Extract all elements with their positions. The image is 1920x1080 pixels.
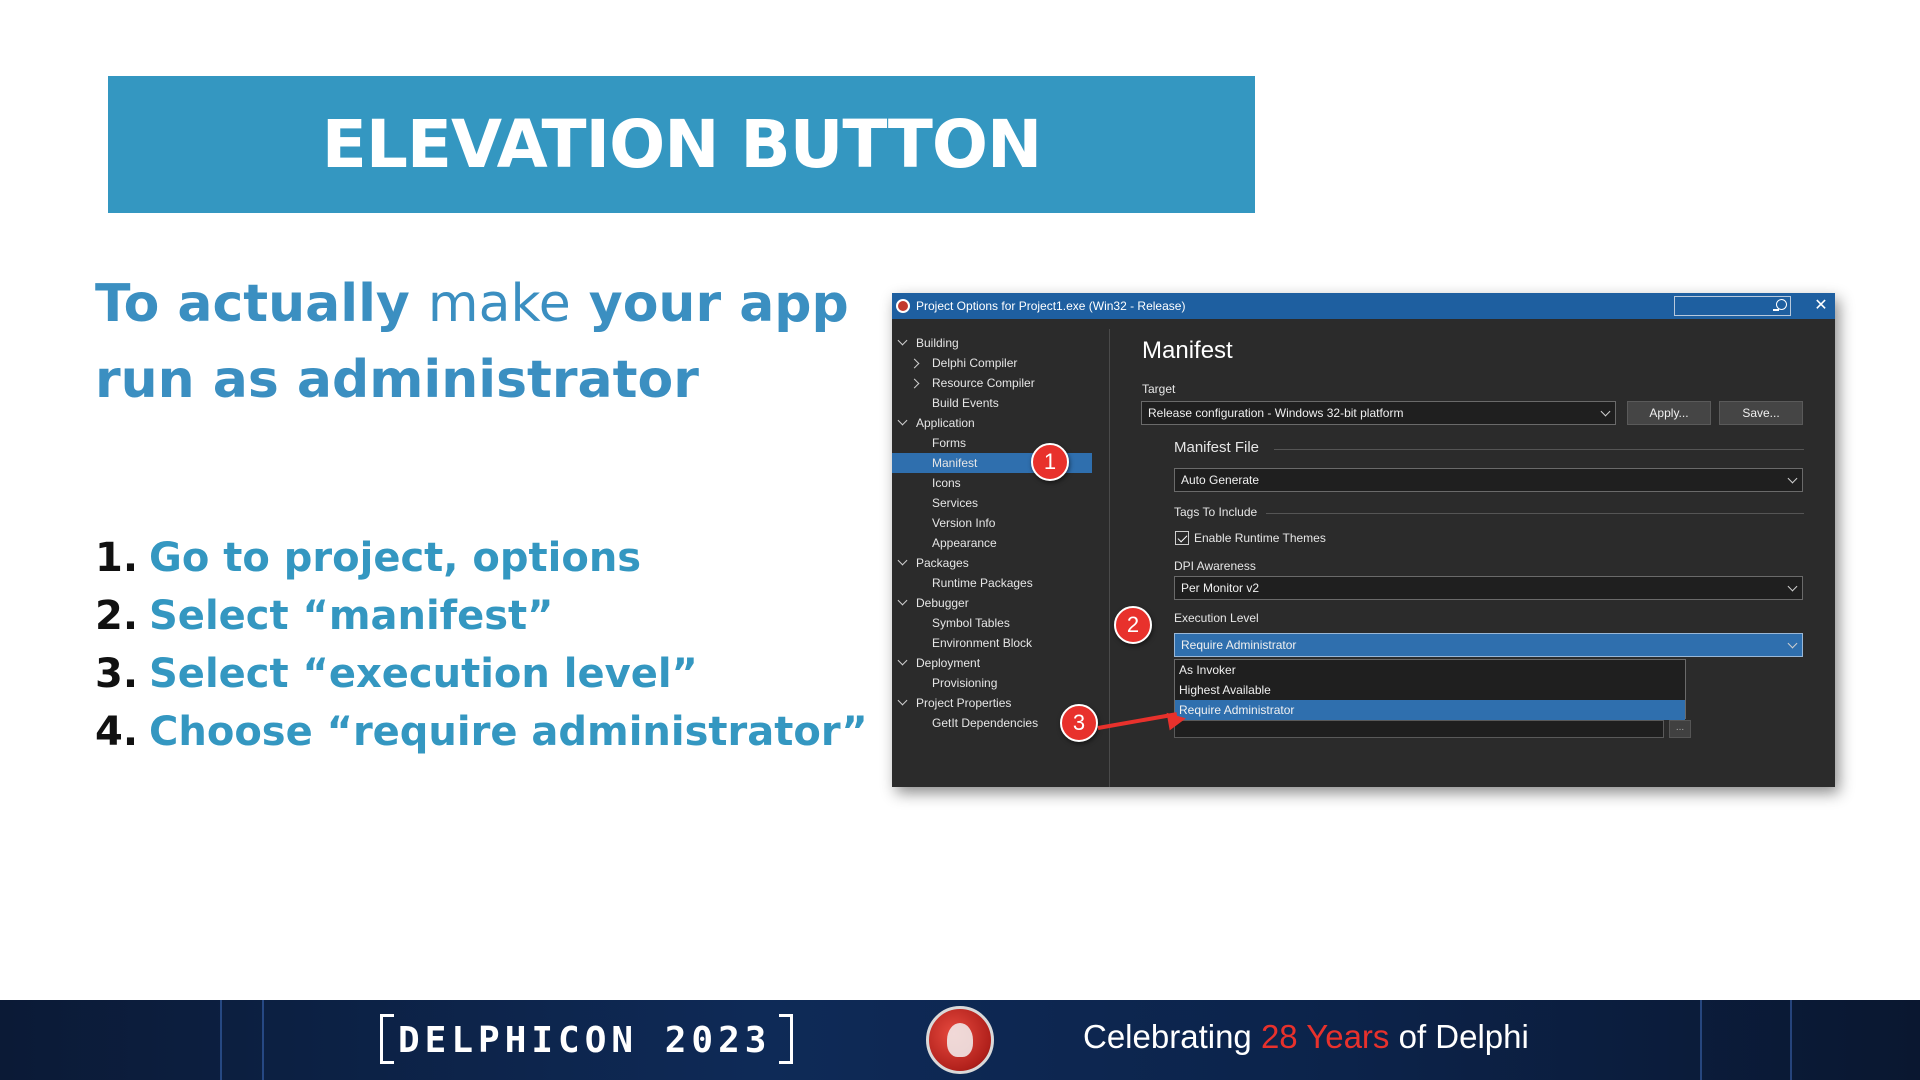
chevron-down-icon	[1787, 473, 1798, 484]
footer-banner: DELPHICON 2023 Celebrating 28 Years of D…	[0, 1000, 1920, 1080]
tags-label: Tags To Include	[1174, 505, 1258, 519]
tree-item-application[interactable]: Application	[892, 413, 1109, 433]
step-item: 1. Go to project, options	[95, 535, 868, 593]
step-text: Select “manifest”	[149, 593, 554, 639]
target-label: Target	[1142, 382, 1176, 396]
manifest-file-label: Manifest File	[1174, 439, 1260, 456]
steps-list: 1. Go to project, options 2. Select “man…	[95, 535, 868, 767]
target-value: Release configuration - Windows 32-bit p…	[1148, 406, 1404, 420]
footer-decor	[1700, 1000, 1702, 1080]
step-item: 2. Select “manifest”	[95, 593, 868, 651]
tree-item-provisioning[interactable]: Provisioning	[892, 673, 1109, 693]
headline-part-3: your app	[570, 274, 849, 334]
close-button[interactable]: ✕	[1812, 296, 1830, 316]
arrow-head-icon	[1166, 709, 1188, 731]
headline-part-2: make	[427, 274, 571, 334]
save-button[interactable]: Save...	[1719, 401, 1803, 425]
target-select[interactable]: Release configuration - Windows 32-bit p…	[1141, 401, 1616, 425]
step-number: 2.	[95, 593, 139, 639]
step-badge-3: 3	[1060, 704, 1098, 742]
pane-title: Manifest	[1142, 337, 1233, 364]
manifest-file-value: Auto Generate	[1181, 473, 1260, 487]
chevron-down-icon	[1787, 638, 1798, 649]
footer-decor	[1790, 1000, 1792, 1080]
runtime-themes-label: Enable Runtime Themes	[1194, 531, 1326, 545]
delphi-logo-icon	[896, 299, 910, 313]
step-text: Select “execution level”	[149, 651, 698, 697]
chevron-down-icon[interactable]	[897, 335, 908, 346]
footer-decor	[262, 1000, 264, 1080]
step-number: 3.	[95, 651, 139, 697]
chevron-down-icon[interactable]	[897, 555, 908, 566]
tree-item-forms[interactable]: Forms	[892, 433, 1109, 453]
exec-level-dropdown: As Invoker Highest Available Require Adm…	[1174, 659, 1686, 720]
footer-brand: DELPHICON 2023	[380, 1014, 794, 1066]
step-item: 4. Choose “require administrator”	[95, 709, 868, 767]
slide-headline: To actually make your app run as adminis…	[95, 266, 855, 418]
step-number: 4.	[95, 709, 139, 755]
step-badge-2: 2	[1114, 606, 1152, 644]
step-badge-1: 1	[1031, 443, 1069, 481]
step-text: Choose “require administrator”	[149, 709, 868, 755]
search-icon	[1773, 299, 1787, 311]
exec-level-select[interactable]: Require Administrator	[1174, 633, 1803, 657]
runtime-themes-checkbox[interactable]	[1175, 531, 1189, 545]
chevron-down-icon[interactable]	[897, 695, 908, 706]
tree-item-resource-compiler[interactable]: Resource Compiler	[892, 373, 1109, 393]
tree-item-appearance[interactable]: Appearance	[892, 533, 1109, 553]
footer-decor	[220, 1000, 222, 1080]
group-divider	[1274, 449, 1804, 450]
tree-item-packages[interactable]: Packages	[892, 553, 1109, 573]
step-text: Go to project, options	[149, 535, 642, 581]
dpi-select[interactable]: Per Monitor v2	[1174, 576, 1803, 600]
option-as-invoker[interactable]: As Invoker	[1175, 660, 1685, 680]
chevron-down-icon	[1600, 406, 1611, 417]
headline-part-4: run as administrator	[95, 350, 699, 410]
chevron-down-icon[interactable]	[897, 415, 908, 426]
option-highest-available[interactable]: Highest Available	[1175, 680, 1685, 700]
pane-divider[interactable]	[1109, 329, 1110, 787]
slide-title: ELEVATION BUTTON	[321, 106, 1042, 183]
delphi-helmet-logo-icon	[926, 1006, 994, 1074]
exec-level-value: Require Administrator	[1181, 638, 1297, 652]
tree-item-runtime-packages[interactable]: Runtime Packages	[892, 573, 1109, 593]
tree-item-building[interactable]: Building	[892, 333, 1109, 353]
bracket-right-icon	[779, 1014, 794, 1064]
chevron-right-icon[interactable]	[909, 358, 920, 369]
tree-item-version-info[interactable]: Version Info	[892, 513, 1109, 533]
tree-item-services[interactable]: Services	[892, 493, 1109, 513]
step-item: 3. Select “execution level”	[95, 651, 868, 709]
bracket-left-icon	[380, 1014, 394, 1064]
step-number: 1.	[95, 535, 139, 581]
option-require-administrator[interactable]: Require Administrator	[1175, 700, 1685, 720]
project-options-dialog: Project Options for Project1.exe (Win32 …	[892, 293, 1835, 787]
tree-item-symbol-tables[interactable]: Symbol Tables	[892, 613, 1109, 633]
manifest-file-select[interactable]: Auto Generate	[1174, 468, 1803, 492]
tree-item-build-events[interactable]: Build Events	[892, 393, 1109, 413]
tree-item-icons[interactable]: Icons	[892, 473, 1109, 493]
footer-tagline: Celebrating 28 Years of Delphi	[1083, 1018, 1529, 1055]
apply-button[interactable]: Apply...	[1627, 401, 1711, 425]
dialog-title: Project Options for Project1.exe (Win32 …	[916, 299, 1186, 313]
custom-manifest-input[interactable]	[1174, 720, 1664, 738]
browse-button[interactable]: ...	[1669, 720, 1691, 738]
dialog-search-input[interactable]	[1674, 296, 1791, 316]
chevron-down-icon[interactable]	[897, 595, 908, 606]
exec-level-label: Execution Level	[1174, 611, 1259, 625]
chevron-down-icon	[1787, 581, 1798, 592]
dpi-value: Per Monitor v2	[1181, 581, 1260, 595]
options-tree: Building Delphi Compiler Resource Compil…	[892, 333, 1109, 733]
tree-item-debugger[interactable]: Debugger	[892, 593, 1109, 613]
chevron-right-icon[interactable]	[909, 378, 920, 389]
tree-item-environment-block[interactable]: Environment Block	[892, 633, 1109, 653]
footer-brand-text: DELPHICON 2023	[398, 1019, 772, 1061]
group-divider	[1266, 513, 1804, 514]
headline-part-1: To actually	[95, 274, 428, 334]
chevron-down-icon[interactable]	[897, 655, 908, 666]
tree-item-delphi-compiler[interactable]: Delphi Compiler	[892, 353, 1109, 373]
tree-item-deployment[interactable]: Deployment	[892, 653, 1109, 673]
dpi-label: DPI Awareness	[1174, 559, 1256, 573]
slide-title-banner: ELEVATION BUTTON	[108, 76, 1255, 213]
